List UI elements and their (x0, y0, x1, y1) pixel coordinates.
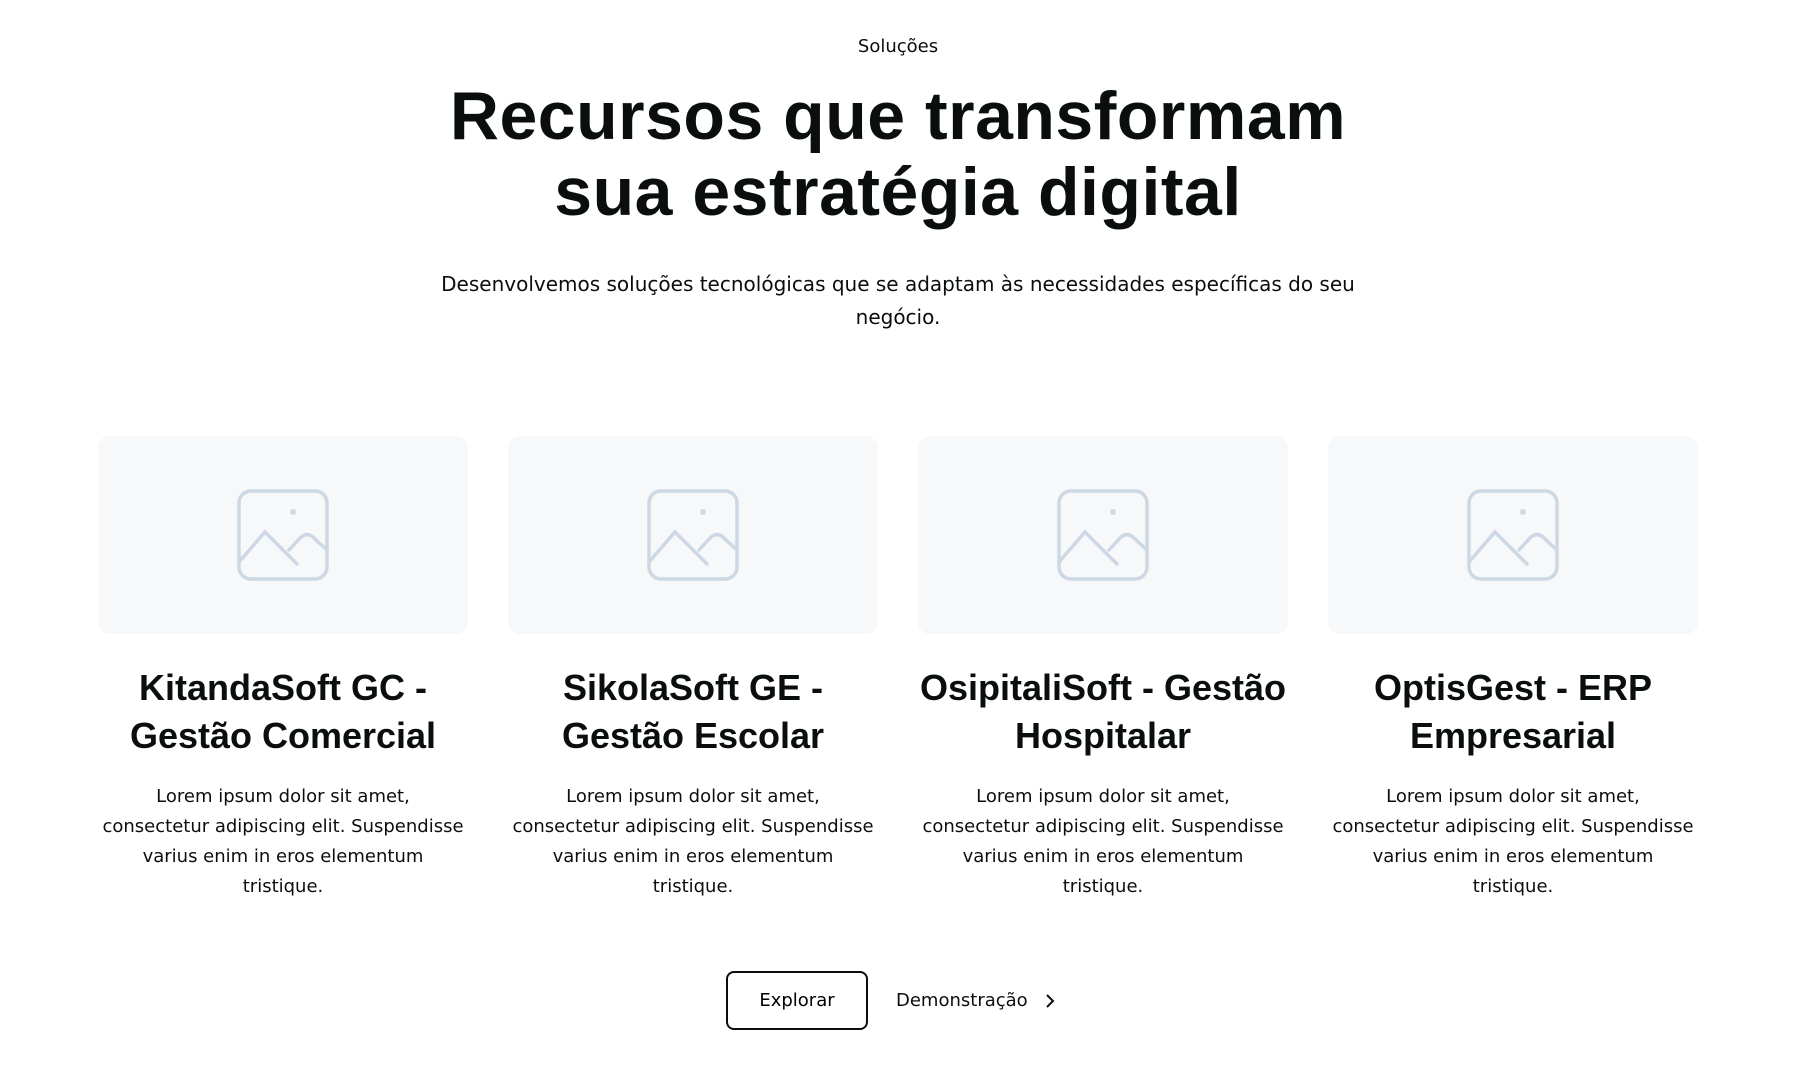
image-placeholder-icon (1057, 489, 1149, 581)
demo-label: Demonstração (896, 990, 1028, 1011)
chevron-right-icon (1045, 993, 1055, 1008)
card-description: Lorem ipsum dolor sit amet, consectetur … (512, 786, 874, 897)
solution-card: KitandaSoft GC - Gestão Comercial Lorem … (98, 436, 468, 902)
title-line-2: sua estratégia digital (554, 154, 1242, 230)
image-placeholder-icon (1467, 489, 1559, 581)
card-image (918, 436, 1288, 634)
explore-button[interactable]: Explorar (726, 971, 868, 1030)
card-image (508, 436, 878, 634)
card-title: SikolaSoft GE - Gestão Escolar (561, 667, 825, 756)
image-placeholder-icon (237, 489, 329, 581)
solution-card: OptisGest - ERP Empresarial Lorem ipsum … (1328, 436, 1698, 902)
card-image (1328, 436, 1698, 634)
card-title: OptisGest - ERP Empresarial (1373, 667, 1653, 756)
image-placeholder-icon (647, 489, 739, 581)
section-title: Recursos que transformam sua estratégia d… (0, 78, 1796, 230)
section-tagline: Soluções (857, 36, 939, 57)
card-description: Lorem ipsum dolor sit amet, consectetur … (102, 786, 464, 897)
card-description: Lorem ipsum dolor sit amet, consectetur … (922, 786, 1284, 897)
card-description: Lorem ipsum dolor sit amet, consectetur … (1332, 786, 1694, 897)
card-image (98, 436, 468, 634)
actions: Explorar Demonstração (726, 971, 1056, 1030)
solutions-grid: KitandaSoft GC - Gestão Comercial Lorem … (98, 436, 1698, 902)
card-title: KitandaSoft GC - Gestão Comercial (129, 667, 437, 756)
demo-link[interactable]: Demonstração (896, 990, 1056, 1011)
card-title: OsipitaliSoft - Gestão Hospitalar (919, 667, 1287, 756)
section-subtitle: Desenvolvemos soluções tecnológicas que … (441, 272, 1355, 329)
solution-card: SikolaSoft GE - Gestão Escolar Lorem ips… (508, 436, 878, 902)
title-line-1: Recursos que transformam (449, 78, 1347, 154)
solution-card: OsipitaliSoft - Gestão Hospitalar Lorem … (918, 436, 1288, 902)
